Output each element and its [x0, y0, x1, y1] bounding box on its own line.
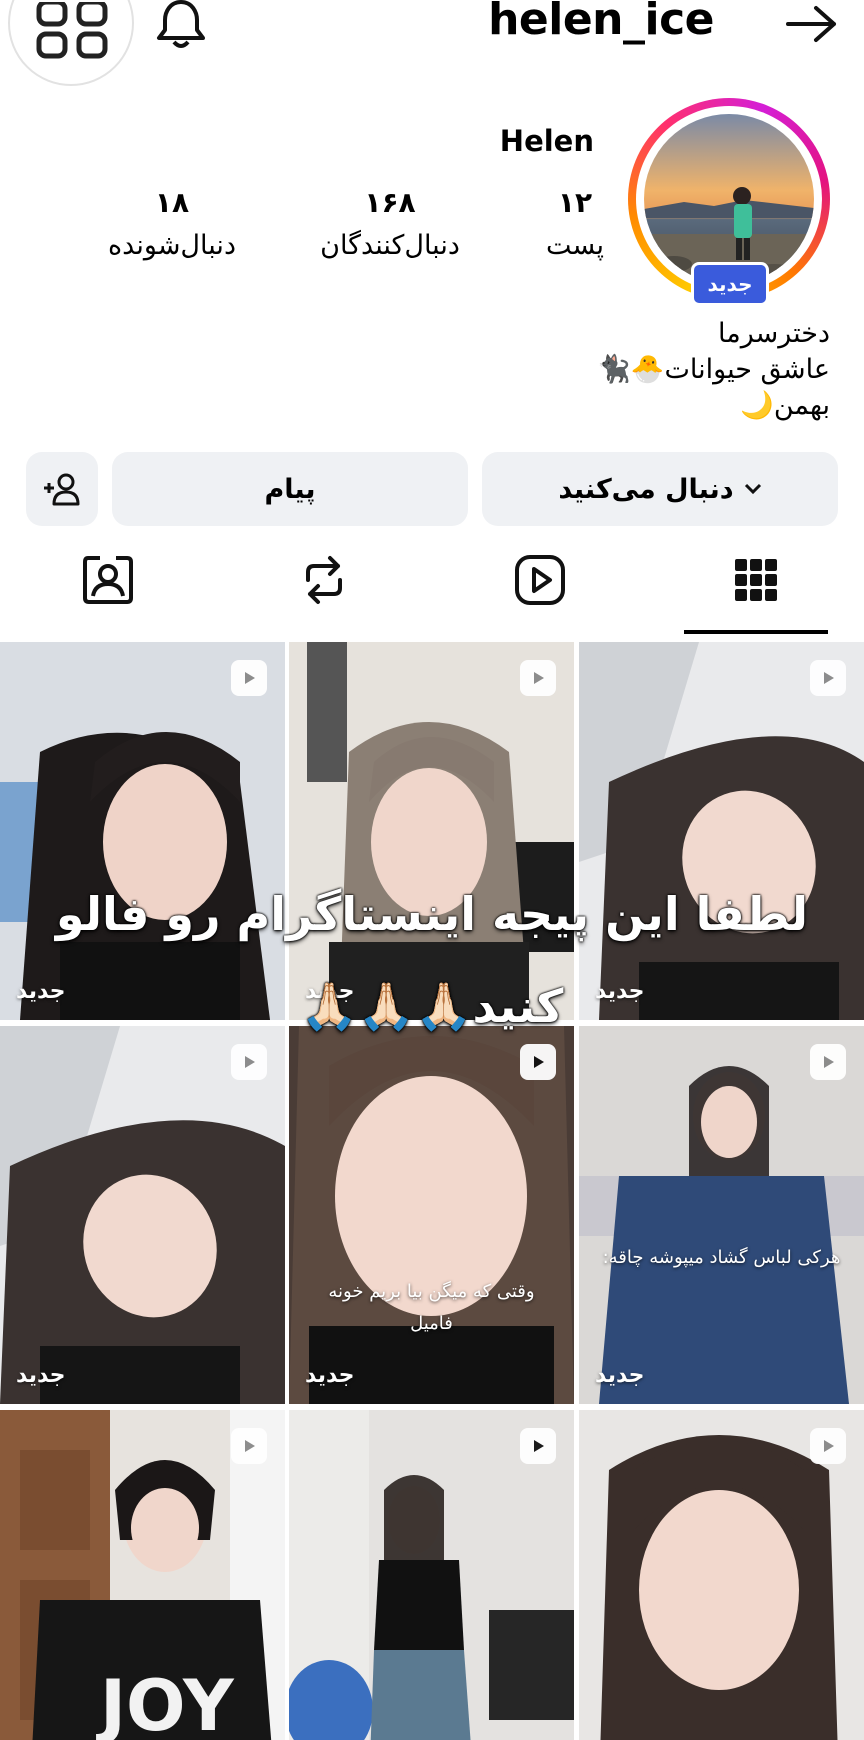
reels-icon	[515, 555, 565, 605]
apps-button[interactable]	[8, 0, 134, 86]
active-tab-indicator	[684, 630, 828, 634]
following-button[interactable]: دنبال می‌کنید	[482, 452, 838, 526]
svg-text:JOY: JOY	[96, 1665, 235, 1740]
post-tile[interactable]	[579, 1410, 864, 1740]
post-badge: جدید	[595, 1363, 645, 1388]
followers-label: دنبال‌کنندگان	[320, 230, 460, 261]
overlay-line: کنید🙏🏻🙏🏻🙏🏻	[300, 979, 564, 1033]
tab-posts-grid[interactable]	[726, 550, 786, 610]
tab-reels[interactable]	[510, 550, 570, 610]
new-story-badge: جدید	[691, 262, 769, 306]
following-label: دنبال‌شونده	[108, 230, 236, 261]
arrow-right-icon[interactable]	[784, 4, 840, 48]
bio-line: بهمن🌙	[740, 390, 830, 421]
add-user-button[interactable]	[26, 452, 98, 526]
profile-username: helen_ice	[488, 0, 714, 45]
message-button[interactable]: پیام	[112, 452, 468, 526]
repost-icon	[306, 556, 342, 604]
stat-followers[interactable]: ۱۶۸ دنبال‌کنندگان	[290, 186, 490, 268]
post-tile[interactable]: وقتی که میگن بیا بریم خونه فامیل جدید	[289, 1026, 574, 1404]
post-tile[interactable]: JOY	[0, 1410, 285, 1740]
chevron-down-icon	[744, 483, 762, 495]
message-button-label: پیام	[264, 473, 316, 505]
stat-posts[interactable]: ۱۲ پست	[520, 186, 630, 268]
reel-icon	[520, 660, 556, 696]
reel-icon	[810, 660, 846, 696]
post-badge: جدید	[305, 1363, 355, 1388]
bio: دخترسرما عاشق حیوانات🐣🐈‍⬛ بهمن🌙	[597, 316, 830, 424]
reel-icon	[520, 1428, 556, 1464]
post-caption: وقتی که میگن بیا بریم خونه فامیل	[328, 1281, 535, 1334]
posts-label: پست	[545, 230, 605, 261]
tab-reposts[interactable]	[294, 550, 354, 610]
following-count: ۱۸	[154, 186, 190, 219]
post-tile[interactable]: جدید	[0, 1026, 285, 1404]
posts-count: ۱۲	[557, 186, 593, 219]
bio-line: دخترسرما	[718, 318, 830, 349]
bell-icon[interactable]	[154, 0, 208, 52]
overlay-caption: لطفا این پیجه اینستاگرام رو فالو کنید🙏🏻🙏…	[0, 868, 864, 1052]
reel-icon	[231, 1428, 267, 1464]
tagged-user-icon	[83, 556, 133, 604]
post-badge: جدید	[16, 1363, 66, 1388]
stat-following[interactable]: ۱۸ دنبال‌شونده	[82, 186, 262, 268]
reel-icon	[231, 660, 267, 696]
followers-count: ۱۶۸	[364, 186, 416, 219]
tab-tagged[interactable]	[78, 550, 138, 610]
display-name: Helen	[499, 124, 594, 158]
grid-apps-icon	[36, 2, 108, 59]
following-button-label: دنبال می‌کنید	[558, 473, 734, 505]
post-tile[interactable]	[289, 1410, 574, 1740]
post-caption: هرکی لباس گشاد میپوشه چاقه:	[602, 1247, 841, 1268]
overlay-line: لطفا این پیجه اینستاگرام رو فالو	[55, 887, 809, 941]
avatar	[644, 114, 814, 284]
grid-icon	[735, 559, 777, 601]
bio-line: عاشق حیوانات🐣🐈‍⬛	[597, 354, 830, 385]
post-tile[interactable]: هرکی لباس گشاد میپوشه چاقه: جدید	[579, 1026, 864, 1404]
add-user-icon	[44, 473, 80, 506]
reel-icon	[810, 1428, 846, 1464]
